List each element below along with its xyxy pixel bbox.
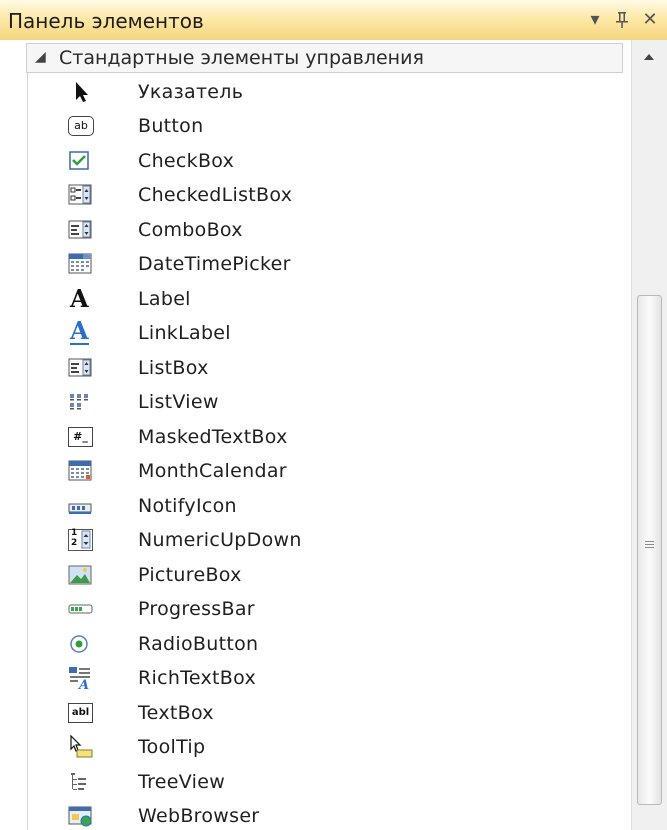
- item-label: TreeView: [138, 771, 226, 793]
- notifyicon-icon: [68, 494, 94, 518]
- vertical-scrollbar[interactable]: [631, 40, 667, 830]
- webbrowser-icon: [68, 804, 94, 828]
- pin-icon[interactable]: [610, 6, 634, 34]
- item-label: DateTimePicker: [138, 253, 291, 275]
- item-label: ProgressBar: [138, 598, 255, 620]
- toolbox-item-picturebox[interactable]: PictureBox: [28, 558, 623, 592]
- close-icon[interactable]: ✕: [638, 6, 662, 34]
- toolbox-window: Панель элементов ▾ ✕ ◢ Стандартные элеме…: [0, 0, 667, 830]
- group-label: Стандартные элементы управления: [59, 47, 424, 69]
- toolbox-item-combobox[interactable]: ComboBox: [28, 213, 623, 247]
- item-label: Label: [138, 288, 191, 310]
- item-label: CheckBox: [138, 150, 235, 172]
- item-label: ToolTip: [138, 736, 206, 758]
- item-label: LinkLabel: [138, 322, 231, 344]
- toolbox-content: ◢ Стандартные элементы управления Указат…: [0, 40, 631, 830]
- item-label: RadioButton: [138, 633, 259, 655]
- toolbox-item-pointer[interactable]: Указатель: [28, 75, 623, 109]
- monthcalendar-icon: [68, 459, 94, 483]
- label-icon: A: [68, 284, 94, 313]
- window-position-dropdown-icon[interactable]: ▾: [583, 6, 607, 34]
- richtextbox-icon: A: [68, 666, 94, 693]
- masked-icon-text: #_: [68, 427, 93, 447]
- toolbox-titlebar: Панель элементов ▾ ✕: [0, 0, 667, 41]
- toolbox-item-maskedtextbox[interactable]: #_ MaskedTextBox: [28, 420, 623, 454]
- scrollbar-grip-icon: [645, 541, 654, 550]
- toolbox-item-listview[interactable]: ListView: [28, 385, 623, 419]
- toolbox-item-numericupdown[interactable]: 1 2 NumericUpDown: [28, 523, 623, 557]
- item-label: TextBox: [138, 702, 214, 724]
- toolbox-item-linklabel[interactable]: A LinkLabel: [28, 316, 623, 350]
- item-label: PictureBox: [138, 564, 242, 586]
- item-label: MonthCalendar: [138, 460, 287, 482]
- toolbox-item-treeview[interactable]: TreeView: [28, 765, 623, 799]
- scrollbar-thumb[interactable]: [637, 295, 662, 805]
- linklabel-icon: A: [68, 316, 94, 345]
- toolbox-item-tooltip[interactable]: ToolTip: [28, 730, 623, 764]
- item-label: ListBox: [138, 357, 209, 379]
- item-label: ListView: [138, 391, 219, 413]
- listview-icon: [68, 390, 94, 414]
- toolbox-item-richtextbox[interactable]: A RichTextBox: [28, 661, 623, 695]
- item-label: MaskedTextBox: [138, 426, 288, 448]
- progressbar-icon: [68, 597, 94, 621]
- numericupdown-icon: 1 2: [68, 528, 94, 552]
- group-header-standard-controls[interactable]: ◢ Стандартные элементы управления: [26, 43, 623, 73]
- picturebox-icon: [68, 563, 94, 587]
- linklabel-icon-glyph: A: [70, 316, 89, 345]
- datetimepicker-icon: [68, 252, 94, 276]
- item-label: CheckedListBox: [138, 184, 293, 206]
- textbox-icon-text: abl: [68, 703, 93, 723]
- item-label: NumericUpDown: [138, 529, 302, 551]
- radiobutton-icon: [68, 632, 94, 656]
- combobox-icon: [68, 218, 94, 242]
- checkbox-icon: [68, 149, 94, 173]
- toolbox-item-textbox[interactable]: abl TextBox: [28, 696, 623, 730]
- treeview-icon: [68, 770, 94, 794]
- item-label: RichTextBox: [138, 667, 257, 689]
- item-label: Указатель: [138, 81, 244, 103]
- pointer-icon: [68, 80, 94, 104]
- scroll-up-arrow-icon[interactable]: [632, 40, 667, 74]
- toolbox-item-webbrowser[interactable]: WebBrowser: [28, 799, 623, 830]
- checkedlistbox-icon: [68, 183, 94, 207]
- toolbox-item-checkedlistbox[interactable]: CheckedListBox: [28, 178, 623, 212]
- item-label: Button: [138, 115, 204, 137]
- toolbox-item-progressbar[interactable]: ProgressBar: [28, 592, 623, 626]
- label-icon-glyph: A: [70, 284, 89, 313]
- button-icon: ab: [68, 114, 94, 138]
- toolbox-item-listbox[interactable]: ListBox: [28, 351, 623, 385]
- button-icon-text: ab: [68, 116, 94, 136]
- toolbox-item-label[interactable]: A Label: [28, 282, 623, 316]
- textbox-icon: abl: [68, 701, 94, 725]
- toolbox-item-checkbox[interactable]: CheckBox: [28, 144, 623, 178]
- item-label: NotifyIcon: [138, 495, 237, 517]
- listbox-icon: [68, 356, 94, 380]
- toolbox-item-notifyicon[interactable]: NotifyIcon: [28, 489, 623, 523]
- toolbox-item-monthcalendar[interactable]: MonthCalendar: [28, 454, 623, 488]
- tooltip-icon: [68, 734, 94, 759]
- item-label: ComboBox: [138, 219, 243, 241]
- toolbox-item-button[interactable]: ab Button: [28, 109, 623, 143]
- maskedtextbox-icon: #_: [68, 425, 94, 449]
- item-label: WebBrowser: [138, 805, 260, 827]
- toolbox-item-datetimepicker[interactable]: DateTimePicker: [28, 247, 623, 281]
- collapse-triangle-icon[interactable]: ◢: [35, 49, 46, 65]
- svg-text:A: A: [77, 678, 89, 690]
- toolbox-title: Панель элементов: [8, 9, 204, 33]
- toolbox-item-radiobutton[interactable]: RadioButton: [28, 627, 623, 661]
